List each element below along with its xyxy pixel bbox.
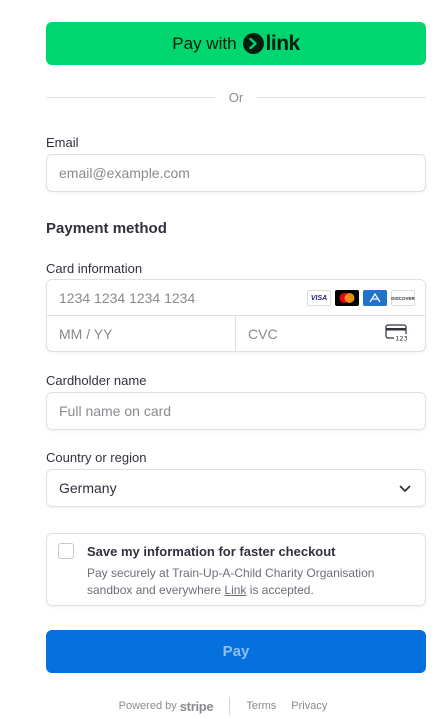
payment-method-title: Payment method [46, 220, 167, 237]
save-info-title: Save my information for faster checkout [87, 544, 336, 559]
link-brand-text: link [265, 31, 301, 55]
card-brands: VISA DISCOVER [307, 290, 415, 306]
divider-line-left [46, 96, 215, 98]
footer-separator [229, 697, 231, 715]
save-desc-after: is accepted. [246, 583, 314, 597]
cardholder-name-label: Cardholder name [46, 373, 147, 388]
expiry-input[interactable]: MM / YY [47, 316, 236, 351]
visa-icon: VISA [307, 290, 331, 306]
card-information-group: 1234 1234 1234 1234 VISA DISCOVER MM / Y… [46, 279, 426, 352]
country-value: Germany [59, 480, 117, 496]
card-information-label: Card information [46, 261, 143, 276]
divider-text: Or [228, 89, 244, 105]
divider-line-right [257, 96, 427, 98]
cardholder-placeholder: Full name on card [59, 403, 172, 419]
save-info-description: Pay securely at Train-Up-A-Child Charity… [87, 565, 407, 599]
link-info-link[interactable]: Link [224, 583, 246, 597]
or-divider: Or [46, 88, 427, 106]
email-placeholder: email@example.com [59, 165, 190, 181]
save-info-box: Save my information for faster checkout … [46, 533, 426, 606]
cvc-card-icon: 123 [385, 324, 409, 345]
stripe-logo: stripe [179, 698, 214, 714]
pay-button[interactable]: Pay [46, 630, 426, 673]
cvc-icon-digits: 123 [395, 335, 407, 343]
country-label: Country or region [46, 450, 147, 465]
powered-by-text: Powered by [118, 700, 177, 712]
pay-with-link-button[interactable]: Pay with link [46, 22, 426, 65]
country-select[interactable]: Germany [46, 469, 426, 507]
footer: Powered by stripe Terms Privacy [0, 696, 446, 716]
cardholder-name-field[interactable]: Full name on card [46, 392, 426, 430]
privacy-link[interactable]: Privacy [291, 700, 327, 712]
email-field[interactable]: email@example.com [46, 154, 426, 192]
link-arrow-icon [242, 33, 264, 54]
mastercard-icon [335, 290, 359, 306]
email-label: Email [46, 135, 79, 150]
link-logo: link [242, 31, 301, 56]
discover-icon: DISCOVER [391, 290, 415, 306]
powered-by-stripe[interactable]: Powered by stripe [119, 699, 214, 714]
terms-link[interactable]: Terms [246, 700, 276, 712]
expiry-placeholder: MM / YY [59, 325, 113, 342]
card-number-placeholder: 1234 1234 1234 1234 [59, 289, 196, 306]
cvc-placeholder: CVC [248, 325, 278, 342]
pay-with-label: Pay with [172, 33, 237, 53]
save-info-checkbox[interactable] [58, 543, 74, 559]
cvc-input[interactable]: CVC 123 [236, 316, 425, 351]
pay-button-label: Pay [222, 643, 250, 660]
chevron-down-icon [399, 482, 411, 498]
amex-icon [363, 290, 387, 306]
